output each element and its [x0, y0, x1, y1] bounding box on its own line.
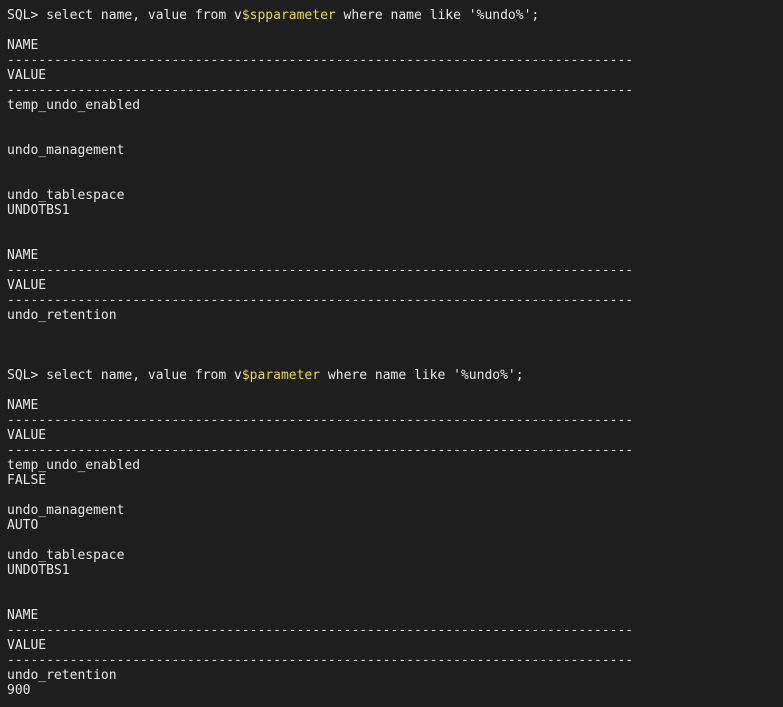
result-row-value: AUTO — [7, 518, 39, 533]
header-separator: ----------------------------------------… — [7, 623, 634, 638]
result-row-value: FALSE — [7, 473, 47, 488]
result-row-value: UNDOTBS1 — [7, 203, 70, 218]
header-separator: ----------------------------------------… — [7, 53, 634, 68]
column-header-value: VALUE — [7, 428, 47, 443]
view-name-highlight: $spparameter — [241, 8, 336, 23]
column-header-name: NAME — [7, 608, 39, 623]
header-separator: ----------------------------------------… — [7, 443, 634, 458]
column-header-value: VALUE — [7, 278, 47, 293]
sql-where-clause: where name like '%undo%'; — [320, 368, 524, 383]
column-header-name: NAME — [7, 248, 39, 263]
header-separator: ----------------------------------------… — [7, 293, 634, 308]
column-header-value: VALUE — [7, 638, 47, 653]
column-header-name: NAME — [7, 38, 39, 53]
sql-command-line: SQL> select name, value from v$spparamet… — [7, 8, 539, 23]
result-row-name: undo_retention — [7, 308, 117, 323]
result-row-name: undo_management — [7, 503, 125, 518]
result-row-name: undo_tablespace — [7, 188, 125, 203]
header-separator: ----------------------------------------… — [7, 263, 634, 278]
result-row-name: undo_retention — [7, 668, 117, 683]
result-row-name: undo_management — [7, 143, 125, 158]
result-row-value: 900 — [7, 683, 31, 698]
result-row-value: UNDOTBS1 — [7, 563, 70, 578]
terminal-window[interactable]: SQL> select name, value from v$spparamet… — [0, 0, 783, 707]
column-header-value: VALUE — [7, 68, 47, 83]
sql-command-line: SQL> select name, value from v$parameter… — [7, 368, 524, 383]
sql-prompt-text: SQL> select name, value from v — [7, 368, 242, 383]
result-row-name: temp_undo_enabled — [7, 458, 141, 473]
sql-where-clause: where name like '%undo%'; — [335, 8, 540, 23]
result-row-name: temp_undo_enabled — [7, 98, 141, 113]
header-separator: ----------------------------------------… — [7, 413, 634, 428]
header-separator: ----------------------------------------… — [7, 653, 634, 668]
view-name-highlight: $parameter — [241, 368, 321, 383]
column-header-name: NAME — [7, 398, 39, 413]
result-row-name: undo_tablespace — [7, 548, 125, 563]
sql-prompt-text: SQL> select name, value from v — [7, 8, 242, 23]
header-separator: ----------------------------------------… — [7, 83, 634, 98]
